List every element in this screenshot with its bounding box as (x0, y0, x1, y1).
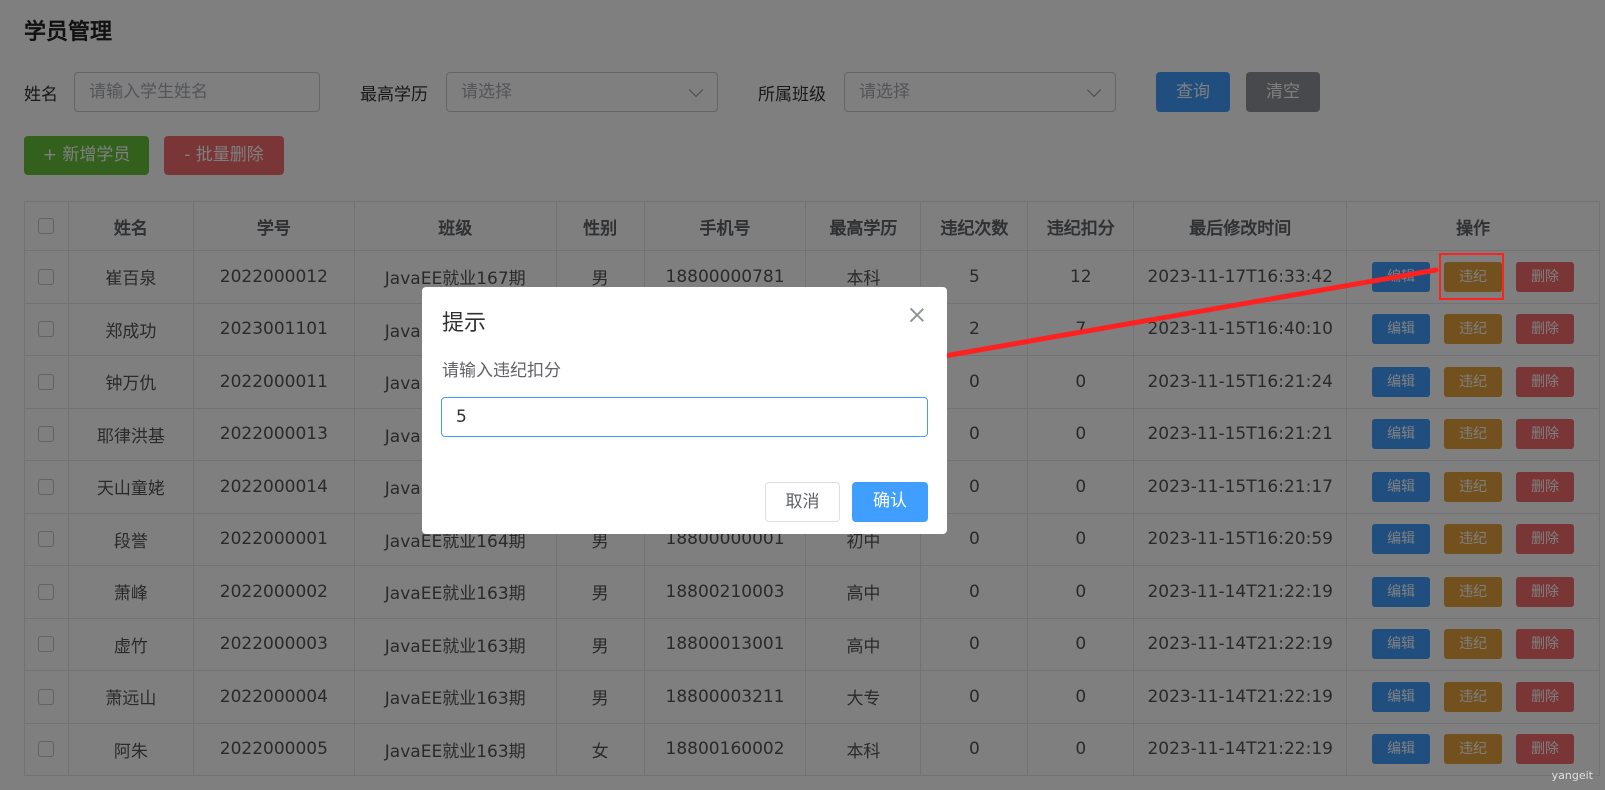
cancel-button[interactable]: 取消 (765, 482, 840, 522)
violation-score-dialog: 提示 请输入违纪扣分 5 取消 确认 (422, 287, 947, 534)
student-management-page: 学员管理 姓名 请输入学生姓名 最高学历 请选择 所属班级 请选择 查询 清空 … (0, 0, 1605, 790)
violation-score-input[interactable]: 5 (441, 397, 928, 437)
highlight-annotation-box (1439, 253, 1504, 300)
dialog-title: 提示 (442, 311, 487, 336)
dialog-message: 请输入违纪扣分 (442, 361, 561, 381)
confirm-button[interactable]: 确认 (852, 482, 928, 522)
watermark: yangeit (1551, 769, 1593, 782)
close-icon[interactable] (907, 305, 927, 325)
